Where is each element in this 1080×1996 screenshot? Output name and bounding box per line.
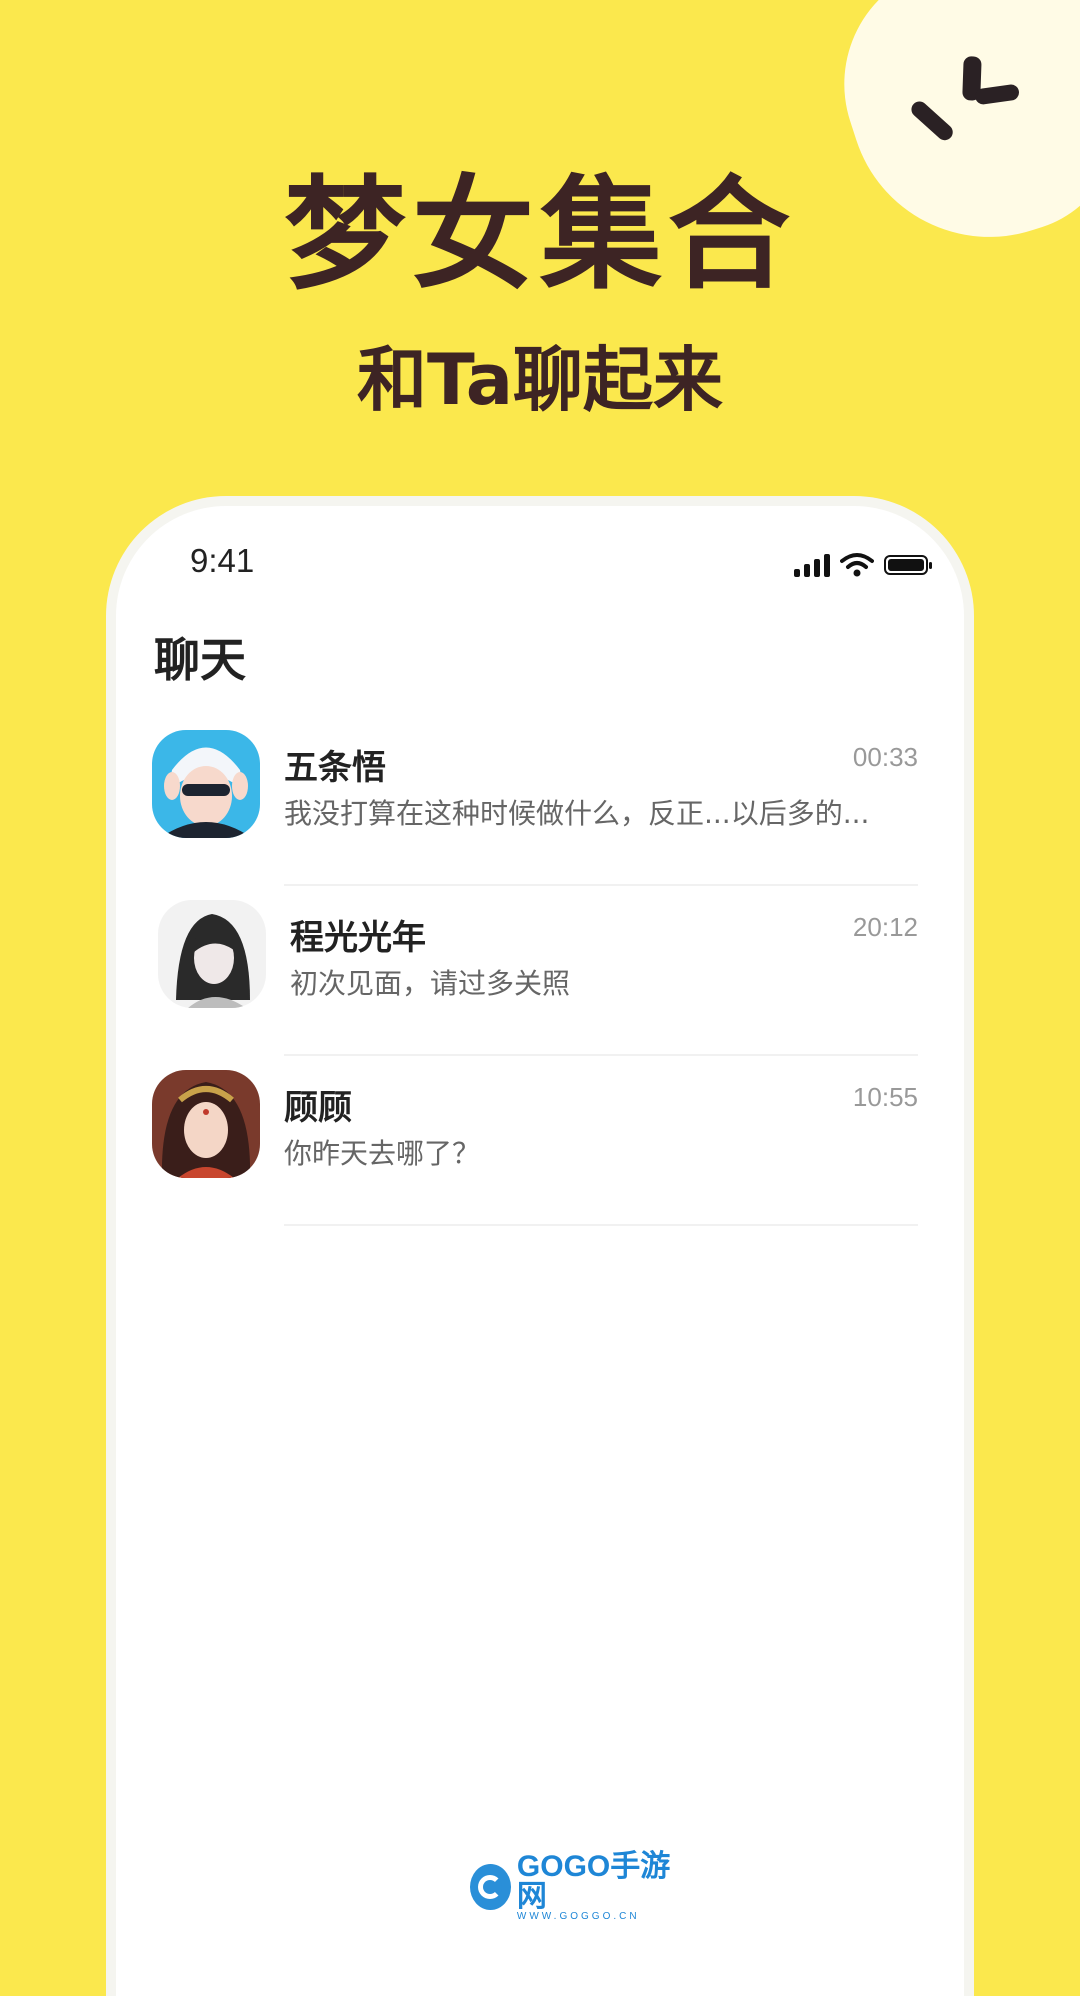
chat-preview: 你昨天去哪了？ (284, 1137, 481, 1170)
chat-time: 20:12 (852, 912, 918, 942)
avatar-gojo[interactable] (152, 730, 260, 838)
gogo-logo-icon (470, 1864, 511, 1910)
watermark-brand: GOGO手游网 (516, 1850, 671, 1913)
row-divider (284, 1224, 918, 1226)
status-time: 9:41 (190, 542, 255, 579)
chat-row[interactable]: 顾顾 10:55 你昨天去哪了？ (116, 1056, 964, 1226)
page-title: 聊天 (154, 633, 246, 687)
watermark-url: WWW.GOGGO.CN (516, 1911, 640, 1922)
avatar-cheng[interactable] (158, 900, 266, 1008)
status-icons (794, 550, 932, 580)
avatar-gugu[interactable] (152, 1070, 260, 1178)
phone-screen: 9:41 聊天 五条悟 00:33 我没打算在这种时候做什么，反正...以后多的… (116, 506, 964, 1996)
promo-subheadline: 和Ta聊起来 (357, 339, 723, 421)
chat-name: 五条悟 (284, 748, 386, 788)
signal-icon (794, 553, 830, 577)
chat-row[interactable]: 程光光年 20:12 初次见面，请过多关照 (116, 886, 964, 1056)
phone-frame: 9:41 聊天 五条悟 00:33 我没打算在这种时候做什么，反正...以后多的… (106, 496, 974, 1996)
chat-time: 10:55 (852, 1082, 918, 1112)
battery-icon (884, 555, 932, 575)
site-watermark: GOGO手游网 WWW.GOGGO.CN (470, 1852, 680, 1922)
mascot-eye-right-stroke (974, 83, 1021, 106)
chat-list: 五条悟 00:33 我没打算在这种时候做什么，反正...以后多的... 程光光年 (116, 716, 964, 1226)
chat-preview: 初次见面，请过多关照 (290, 967, 571, 1000)
chat-name: 程光光年 (290, 918, 426, 958)
chat-preview: 我没打算在这种时候做什么，反正...以后多的... (284, 797, 870, 830)
chat-row[interactable]: 五条悟 00:33 我没打算在这种时候做什么，反正...以后多的... (116, 716, 964, 886)
chat-name: 顾顾 (284, 1088, 352, 1128)
mascot-eye-left (908, 98, 957, 144)
chat-time: 00:33 (852, 742, 918, 772)
wifi-icon (840, 553, 874, 577)
promo-headline: 梦女集合 (284, 164, 796, 306)
